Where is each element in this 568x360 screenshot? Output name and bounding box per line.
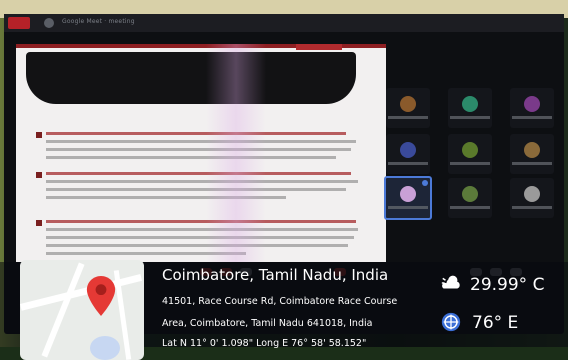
participant-name (388, 206, 428, 209)
participant-avatar (524, 186, 540, 202)
participant-avatar (400, 186, 416, 202)
slide-bullet (36, 172, 42, 178)
shared-presentation (16, 44, 386, 262)
participant-name (388, 116, 428, 119)
location-city: Coimbatore, Tamil Nadu, India (162, 266, 389, 284)
temperature-value: 29.99° C (470, 275, 545, 295)
participant-name (450, 116, 490, 119)
participant-avatar (462, 142, 478, 158)
participant-avatar (524, 142, 540, 158)
meeting-top-bar: Google Meet · meeting (4, 14, 564, 32)
slide-bullet (36, 220, 42, 226)
slide-text-line (46, 140, 356, 143)
participant-name (512, 206, 552, 209)
location-latlong: Lat N 11° 0' 1.098" Long E 76° 58' 58.15… (162, 338, 367, 349)
participant-name (450, 206, 490, 209)
participant-tile[interactable] (386, 134, 430, 174)
slide-text-line (46, 220, 356, 223)
map-road (41, 262, 85, 358)
location-pin-icon (86, 276, 116, 316)
meeting-app-icon (44, 18, 54, 28)
participant-tile[interactable] (510, 178, 554, 218)
slide-text-line (46, 148, 351, 151)
participant-tile[interactable] (510, 134, 554, 174)
participant-tile[interactable] (448, 134, 492, 174)
slide-text-line (46, 236, 354, 239)
participant-avatar (524, 96, 540, 112)
participant-avatar (462, 96, 478, 112)
slide-text-line (46, 132, 346, 135)
map-water-area (90, 336, 120, 360)
participant-name (450, 162, 490, 165)
participant-tile[interactable] (510, 88, 554, 128)
speaking-indicator-icon (422, 180, 428, 186)
participant-avatar (400, 96, 416, 112)
slide-text-line (46, 188, 346, 191)
map-thumbnail (20, 260, 144, 360)
location-address-line1: 41501, Race Course Rd, Coimbatore Race C… (162, 296, 398, 307)
wind-direction-value: 76° E (472, 313, 519, 333)
location-address-line2: Area, Coimbatore, Tamil Nadu 641018, Ind… (162, 318, 373, 329)
screen-glare (206, 44, 266, 262)
wind-compass-icon (441, 312, 461, 332)
participant-tile[interactable] (448, 178, 492, 218)
slide-bullet (36, 132, 42, 138)
slide-text-line (46, 180, 358, 183)
slide-text-line (46, 244, 348, 247)
slide-text-line (46, 228, 358, 231)
slide-header-banner (26, 52, 356, 104)
participant-tile-speaking[interactable] (384, 176, 432, 220)
slide-accent-tab (296, 44, 342, 50)
slide-text-line (46, 156, 336, 159)
slide-text-line (46, 172, 351, 175)
participant-name (388, 162, 428, 165)
participant-tile[interactable] (448, 88, 492, 128)
participant-avatar (462, 186, 478, 202)
participant-name (512, 162, 552, 165)
meeting-title: Google Meet · meeting (62, 18, 135, 25)
participant-name (512, 116, 552, 119)
recording-indicator-icon (8, 17, 30, 29)
participant-avatar (400, 142, 416, 158)
weather-cloud-icon (441, 275, 460, 289)
participant-tile[interactable] (386, 88, 430, 128)
